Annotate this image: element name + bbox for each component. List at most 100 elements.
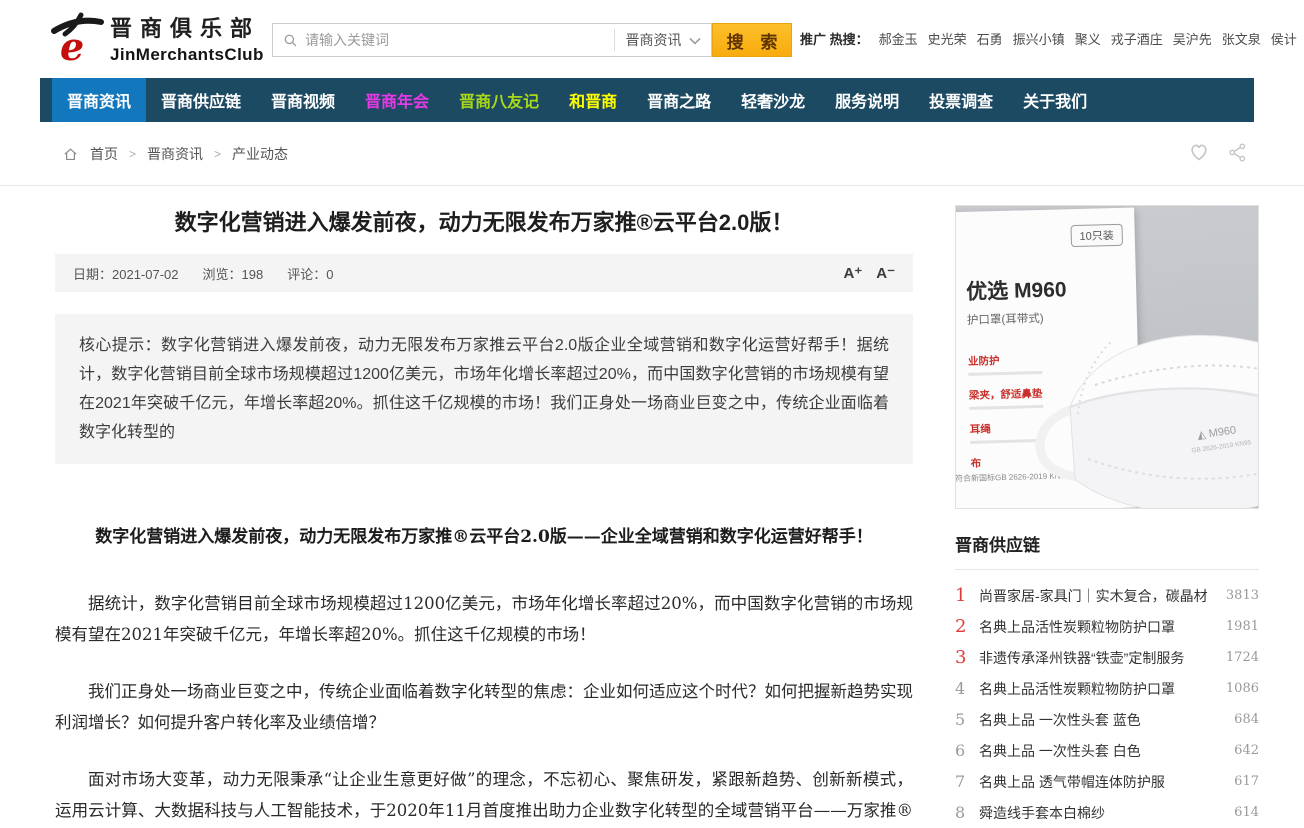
rank-item[interactable]: 1 尚晋家居-家具门｜实木复合，碳晶材 3813 — [955, 580, 1259, 611]
rank-number: 2 — [955, 616, 979, 637]
rank-item[interactable]: 5 名典上品 一次性头套 蓝色 684 — [955, 704, 1259, 735]
search-category-label: 晋商资讯 — [626, 30, 682, 50]
rank-item[interactable]: 2 名典上品活性炭颗粒物防护口罩 1981 — [955, 611, 1259, 642]
article-meta-bar: 日期：2021-07-02 浏览：198 评论：0 A⁺ A⁻ — [55, 254, 913, 292]
breadcrumb-separator: > — [214, 147, 221, 161]
hot-keyword[interactable]: 吴沪先 — [1173, 29, 1212, 48]
meta-views: 浏览：198 — [203, 264, 264, 283]
logo-text-cn: 晋商俱乐部 — [110, 11, 264, 43]
hot-keyword[interactable]: 侯计 — [1271, 29, 1297, 48]
font-decrease-button[interactable]: A⁻ — [876, 264, 895, 282]
rank-count: 642 — [1234, 743, 1259, 758]
rank-item[interactable]: 7 名典上品 透气带帽连体防护服 617 — [955, 766, 1259, 797]
rank-title: 名典上品活性炭颗粒物防护口罩 — [979, 617, 1218, 637]
font-size-controls: A⁺ A⁻ — [844, 264, 896, 282]
hot-keyword[interactable]: 振兴小镇 — [1013, 29, 1065, 48]
article-paragraph: 面对市场大变革，动力无限秉承“让企业生意更好做”的理念，不忘初心、聚焦研发，紧跟… — [55, 764, 913, 828]
search-input[interactable] — [305, 25, 614, 55]
sidebar-section-title: 晋商供应链 — [955, 531, 1259, 570]
breadcrumb-current[interactable]: 产业动态 — [232, 144, 288, 164]
meta-comments-value: 0 — [326, 267, 333, 282]
rank-item[interactable]: 8 舜造线手套本白棉纱 614 — [955, 797, 1259, 828]
meta-comments: 评论：0 — [287, 264, 333, 283]
rank-title: 非遗传承泽州铁器“铁壶”定制服务 — [979, 648, 1218, 668]
search-button[interactable]: 搜 索 — [712, 23, 792, 57]
meta-date-label: 日期： — [73, 267, 112, 282]
hot-keyword[interactable]: 郝金玉 — [879, 29, 918, 48]
rank-count: 1724 — [1226, 650, 1259, 665]
search-category-select[interactable]: 晋商资讯 — [615, 24, 711, 56]
rank-number: 7 — [955, 772, 979, 791]
nav-item-zhilu[interactable]: 晋商之路 — [632, 78, 726, 122]
sidebar: 10只装 优选 M960 护口罩(耳带式) 业防护 梁夹，舒适鼻垫 耳绳 布 符… — [955, 205, 1259, 828]
chevron-down-icon — [689, 32, 701, 48]
rank-number: 8 — [955, 803, 979, 822]
rank-title: 尚晋家居-家具门｜实木复合，碳晶材 — [979, 586, 1218, 606]
nav-item-qingshe-shalong[interactable]: 轻奢沙龙 — [726, 78, 820, 122]
meta-date: 日期：2021-07-02 — [73, 264, 179, 283]
breadcrumb-separator: > — [129, 147, 136, 161]
meta-views-label: 浏览： — [203, 267, 242, 282]
rank-item[interactable]: 6 名典上品 一次性头套 白色 642 — [955, 735, 1259, 766]
rank-number: 4 — [955, 679, 979, 698]
meta-date-value: 2021-07-02 — [112, 267, 179, 282]
article-paragraph: 据统计，数字化营销目前全球市场规模超过1200亿美元，市场年化增长率超过20%，… — [55, 588, 913, 650]
sidebar-product-image[interactable]: 10只装 优选 M960 护口罩(耳带式) 业防护 梁夹，舒适鼻垫 耳绳 布 符… — [955, 205, 1259, 509]
rank-title: 名典上品 一次性头套 蓝色 — [979, 710, 1226, 730]
rank-number: 3 — [955, 647, 979, 668]
hot-keyword[interactable]: 石勇 — [977, 29, 1003, 48]
rank-count: 3813 — [1226, 588, 1259, 603]
rank-title: 名典上品活性炭颗粒物防护口罩 — [979, 679, 1218, 699]
rank-count: 1981 — [1226, 619, 1259, 634]
hot-keyword[interactable]: 史光荣 — [928, 29, 967, 48]
nav-item-gongyinglian[interactable]: 晋商供应链 — [146, 78, 256, 122]
search-box: 晋商资讯 — [272, 23, 712, 57]
page-actions — [1187, 140, 1248, 164]
rank-count: 684 — [1234, 712, 1259, 727]
nav-item-fuwu-shuoming[interactable]: 服务说明 — [820, 78, 914, 122]
rank-item[interactable]: 4 名典上品活性炭颗粒物防护口罩 1086 — [955, 673, 1259, 704]
site-header: e 晋商俱乐部 JinMerchantsClub 晋商资讯 — [0, 0, 1304, 78]
logo-e-glyph: e — [60, 24, 84, 66]
nav-item-nianhui[interactable]: 晋商年会 — [350, 78, 444, 122]
rank-count: 614 — [1234, 805, 1259, 820]
nav-item-bayouji[interactable]: 晋商八友记 — [444, 78, 554, 122]
breadcrumb: 首页 > 晋商资讯 > 产业动态 — [62, 144, 288, 164]
rank-item[interactable]: 3 非遗传承泽州铁器“铁壶”定制服务 1724 — [955, 642, 1259, 673]
article-body-heading: 数字化营销进入爆发前夜，动力无限发布万家推®云平台2.0版——企业全域营销和数字… — [55, 524, 913, 550]
rank-number: 1 — [955, 585, 979, 606]
kn95-mask-illustration: ◭ M960 GB 2626-2019 KN95 — [1020, 289, 1259, 509]
breadcrumb-row: 首页 > 晋商资讯 > 产业动态 — [0, 122, 1304, 186]
hot-keyword[interactable]: 张文泉 — [1222, 29, 1261, 48]
meta-comments-label: 评论： — [287, 267, 326, 282]
nav-item-guanyu-women[interactable]: 关于我们 — [1008, 78, 1102, 122]
nav-item-shipin[interactable]: 晋商视频 — [256, 78, 350, 122]
search-icon — [283, 33, 298, 48]
rank-number: 5 — [955, 710, 979, 729]
nav-item-toupiao-diaocha[interactable]: 投票调查 — [914, 78, 1008, 122]
rank-title: 舜造线手套本白棉纱 — [979, 803, 1226, 823]
logo-mark-icon: e — [50, 10, 104, 66]
like-heart-icon[interactable] — [1187, 140, 1211, 164]
article-title: 数字化营销进入爆发前夜，动力无限发布万家推®云平台2.0版！ — [55, 208, 913, 238]
hot-search: 推广 热搜： 郝金玉 史光荣 石勇 振兴小镇 聚义 戎子酒庄 吴沪先 张文泉 侯… — [800, 29, 1297, 48]
nav-item-jinshang-zixun[interactable]: 晋商资讯 — [52, 78, 146, 122]
rank-title: 名典上品 一次性头套 白色 — [979, 741, 1226, 761]
share-icon[interactable] — [1227, 142, 1248, 163]
hot-keyword[interactable]: 戎子酒庄 — [1111, 29, 1163, 48]
rank-count: 1086 — [1226, 681, 1259, 696]
breadcrumb-category[interactable]: 晋商资讯 — [147, 144, 203, 164]
font-increase-button[interactable]: A⁺ — [844, 264, 863, 282]
article: 数字化营销进入爆发前夜，动力无限发布万家推®云平台2.0版！ 日期：2021-0… — [55, 208, 913, 828]
nav-item-hejinshang[interactable]: 和晋商 — [554, 78, 632, 122]
hot-keyword[interactable]: 聚义 — [1075, 29, 1101, 48]
rank-count: 617 — [1234, 774, 1259, 789]
package-count-badge: 10只装 — [1070, 224, 1123, 247]
meta-views-value: 198 — [242, 267, 264, 282]
home-icon[interactable] — [62, 146, 79, 163]
site-logo[interactable]: e 晋商俱乐部 JinMerchantsClub — [50, 10, 264, 66]
article-paragraph: 我们正身处一场商业巨变之中，传统企业面临着数字化转型的焦虑：企业如何适应这个时代… — [55, 676, 913, 738]
breadcrumb-home[interactable]: 首页 — [90, 144, 118, 164]
rank-number: 6 — [955, 741, 979, 760]
rank-title: 名典上品 透气带帽连体防护服 — [979, 772, 1226, 792]
